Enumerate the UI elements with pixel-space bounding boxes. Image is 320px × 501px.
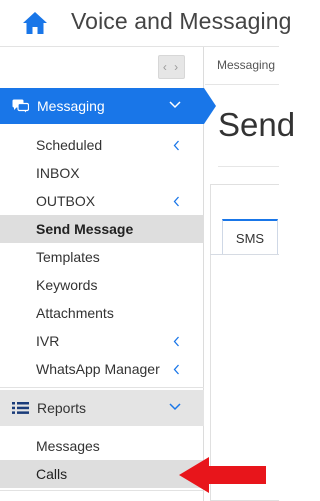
sidebar-item-label: WhatsApp Manager <box>36 361 160 377</box>
sidebar-item-label: Attachments <box>36 305 114 321</box>
page-title: Send <box>218 106 296 143</box>
sidebar-item-ivr[interactable]: IVR <box>0 327 204 355</box>
tab-sms[interactable]: SMS <box>222 219 278 255</box>
sidebar-divider <box>0 387 204 388</box>
breadcrumb: Messaging <box>205 47 279 85</box>
sidebar-item-label: INBOX <box>36 165 80 181</box>
red-arrow-annotation <box>179 457 266 493</box>
sidebar-item-templates[interactable]: Templates <box>0 243 204 271</box>
chevron-left-icon <box>173 196 179 207</box>
collapse-arrows-icon: ‹ › <box>162 60 181 74</box>
chevron-down-icon <box>169 403 181 411</box>
sidebar-item-label: Messages <box>36 438 100 454</box>
sidebar-item-outbox[interactable]: OUTBOX <box>0 187 204 215</box>
breadcrumb-item-messaging[interactable]: Messaging <box>217 58 275 72</box>
sidebar-item-label: Scheduled <box>36 137 103 153</box>
sidebar-item-calls[interactable]: Calls <box>0 460 204 488</box>
sidebar-divider <box>0 490 204 491</box>
sidebar-item-label: Keywords <box>36 277 98 293</box>
tab-underline <box>210 254 279 255</box>
sidebar-item-label: IVR <box>36 333 60 349</box>
sidebar-collapse-button[interactable]: ‹ › <box>158 55 185 79</box>
chevron-left-icon <box>173 364 179 375</box>
sidebar-section-messaging[interactable]: Messaging <box>0 88 216 124</box>
chevron-left-icon <box>173 336 179 347</box>
sidebar-section-reports[interactable]: Reports <box>0 390 204 426</box>
sidebar-item-whatsapp-manager[interactable]: WhatsApp Manager <box>0 355 204 383</box>
home-icon[interactable] <box>22 10 48 36</box>
sidebar-item-keywords[interactable]: Keywords <box>0 271 204 299</box>
sidebar-item-label: Send Message <box>36 221 134 237</box>
sidebar-section-label: Messaging <box>37 98 105 114</box>
sidebar-item-scheduled[interactable]: Scheduled <box>0 131 204 159</box>
sidebar-item-send-message[interactable]: Send Message <box>0 215 204 243</box>
sidebar-item-attachments[interactable]: Attachments <box>0 299 204 327</box>
sidebar-section-label: Reports <box>37 400 87 416</box>
reports-list-icon <box>12 402 29 414</box>
chat-bubbles-icon <box>12 99 29 113</box>
sidebar-item-label: Calls <box>36 466 68 482</box>
sidebar-item-label: OUTBOX <box>36 193 96 209</box>
content-divider <box>218 166 279 167</box>
sidebar-item-label: Templates <box>36 249 100 265</box>
sidebar-item-inbox[interactable]: INBOX <box>0 159 204 187</box>
app-title: Voice and Messaging <box>71 8 292 34</box>
chevron-left-icon <box>173 140 179 151</box>
top-bar: Voice and Messaging <box>0 0 291 47</box>
chevron-down-icon <box>169 101 181 109</box>
tab-label: SMS <box>235 230 265 246</box>
sidebar-item-messages[interactable]: Messages <box>0 432 204 460</box>
